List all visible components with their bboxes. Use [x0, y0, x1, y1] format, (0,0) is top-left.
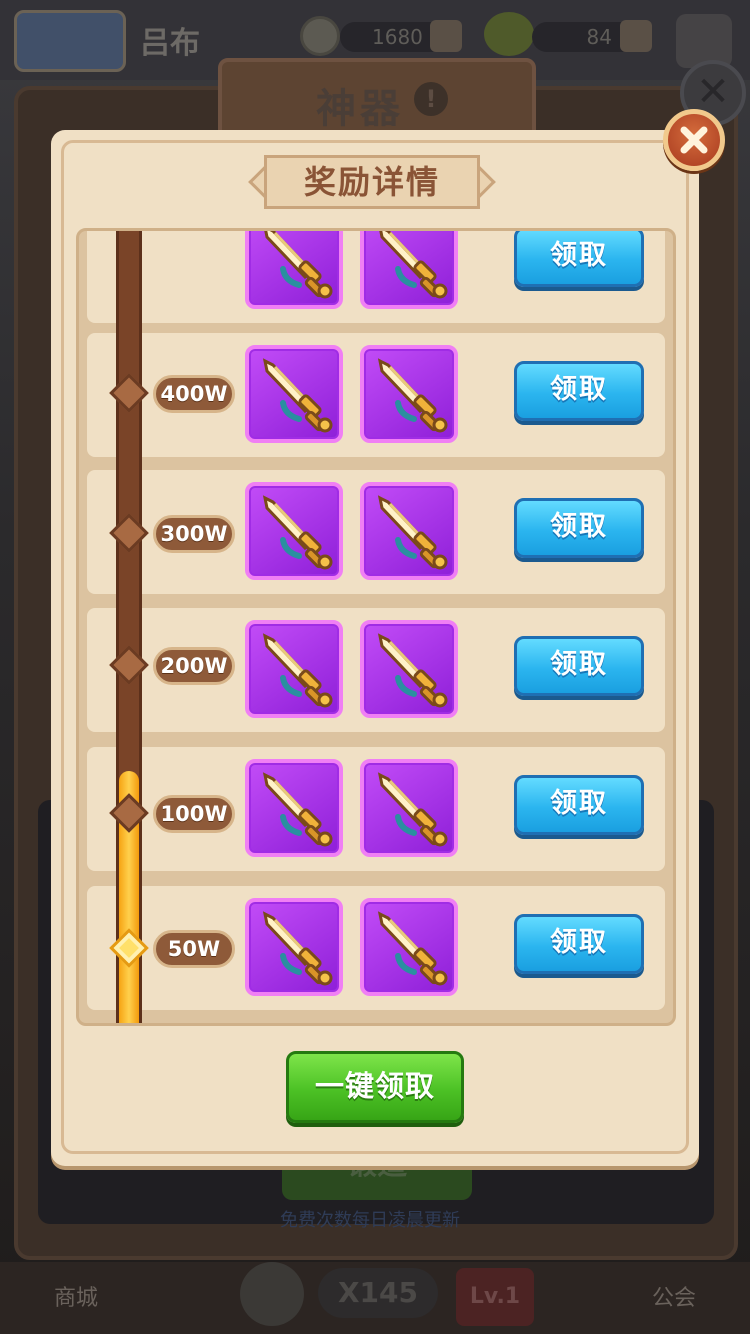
tier-threshold-label: 300W	[153, 515, 235, 553]
material-count: X145	[318, 1268, 438, 1318]
claim-button[interactable]: 领取	[514, 361, 644, 421]
reward-item[interactable]	[360, 345, 458, 443]
sword-icon	[377, 358, 448, 433]
info-icon: !	[414, 82, 448, 116]
reward-item[interactable]	[245, 231, 343, 309]
sword-icon	[377, 495, 448, 570]
panel-title: 神器	[316, 86, 404, 132]
reward-item[interactable]	[360, 231, 458, 309]
reward-list[interactable]: 领取 领取 领取 领取 领取 领取 400W 300W 200W 100W 50…	[76, 228, 676, 1026]
close-button[interactable]	[663, 109, 725, 171]
nav-guild: 公会	[652, 1286, 697, 1311]
reward-item[interactable]	[360, 898, 458, 996]
reward-item[interactable]	[245, 759, 343, 857]
level-badge: Lv.1	[456, 1268, 534, 1326]
reward-item[interactable]	[360, 482, 458, 580]
gear-icon	[240, 1262, 304, 1326]
nav-shop: 商城	[54, 1286, 99, 1311]
claim-all-button[interactable]: 一键领取	[286, 1051, 464, 1123]
title-ribbon: 奖励详情	[248, 155, 496, 209]
reward-item[interactable]	[245, 898, 343, 996]
reward-item[interactable]	[360, 759, 458, 857]
tier-threshold-label: 200W	[153, 647, 235, 685]
tier-threshold-label: 100W	[153, 795, 235, 833]
tier-threshold-label: 50W	[153, 930, 235, 968]
add-gold-icon	[430, 20, 462, 52]
sword-icon	[377, 772, 448, 847]
reward-item[interactable]	[245, 482, 343, 580]
player-name: 吕布	[140, 26, 200, 61]
sword-icon	[262, 358, 333, 433]
menu-icon	[676, 14, 732, 68]
tier-threshold-label: 400W	[153, 375, 235, 413]
dialog-title: 奖励详情	[303, 163, 440, 201]
close-icon	[680, 126, 708, 154]
forge-note: 免费次数每日凌晨更新	[280, 1210, 460, 1231]
sword-icon	[377, 911, 448, 986]
sword-icon	[262, 772, 333, 847]
claim-button[interactable]: 领取	[514, 914, 644, 974]
sword-icon	[377, 633, 448, 708]
reward-item[interactable]	[360, 620, 458, 718]
sword-icon	[379, 231, 448, 299]
avatar	[14, 10, 126, 72]
claim-button[interactable]: 领取	[514, 231, 644, 287]
claim-button[interactable]: 领取	[514, 775, 644, 835]
claim-button[interactable]: 领取	[514, 498, 644, 558]
claim-button[interactable]: 领取	[514, 636, 644, 696]
add-gem-icon	[620, 20, 652, 52]
reward-item[interactable]	[245, 620, 343, 718]
gem-icon	[484, 12, 534, 56]
reward-row: 领取	[87, 231, 665, 323]
reward-item[interactable]	[245, 345, 343, 443]
sword-icon	[262, 911, 333, 986]
coin-icon	[300, 16, 340, 56]
sword-icon	[264, 231, 333, 299]
sword-icon	[262, 633, 333, 708]
sword-icon	[262, 495, 333, 570]
